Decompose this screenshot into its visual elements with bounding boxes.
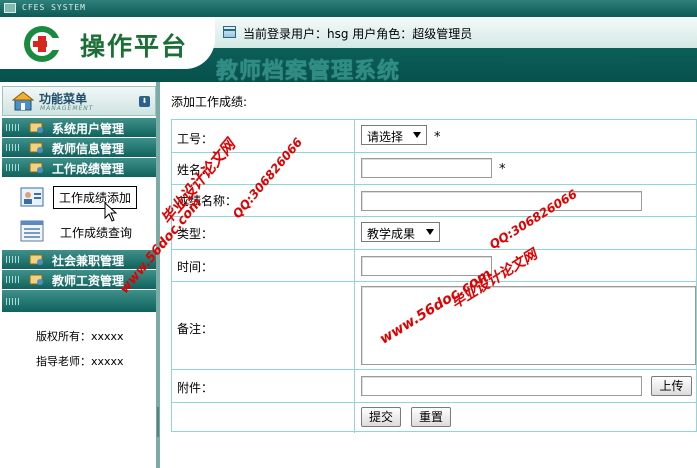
user-info-bar: 当前登录用户：hsg 用户角色：超级管理员 <box>210 17 697 48</box>
type-selected: 教学成果 <box>367 227 416 241</box>
folder-gear-icon <box>29 254 43 265</box>
label-cell: 备注： <box>172 282 355 369</box>
label-cell: 类型： <box>172 217 355 249</box>
sidebar-item-label: 工作成绩管理 <box>52 162 125 176</box>
user-card-icon <box>20 187 44 207</box>
title-bar: CFES SYSTEM <box>0 0 697 17</box>
system-code: CFES SYSTEM <box>22 3 86 12</box>
submit-button[interactable]: 提交 <box>361 407 401 427</box>
required-mark: * <box>499 162 506 177</box>
remark-label: 备注： <box>177 322 214 336</box>
stripe-decoration <box>6 276 20 283</box>
chevron-down-icon <box>426 229 434 235</box>
stripe-decoration <box>6 256 20 263</box>
form-row-remark: 备注： <box>172 282 697 370</box>
sidebar-item-label: 社会兼职管理 <box>52 254 125 268</box>
reset-button[interactable]: 重置 <box>411 407 451 427</box>
worker-id-selected: 请选择 <box>367 130 404 144</box>
label-cell: 时间： <box>172 250 355 281</box>
form-row-actions: 提交 重置 <box>172 403 697 433</box>
form-row-type: 类型： 教学成果 <box>172 217 697 250</box>
label-cell: 附件： <box>172 370 355 402</box>
form-row-attachment: 附件： 上传 <box>172 370 697 403</box>
bank-logo-icon <box>24 26 61 62</box>
upload-button[interactable]: 上传 <box>651 376 692 396</box>
brand-panel: 操作平台 <box>0 17 215 69</box>
sidebar-item-system-users[interactable]: 系统用户管理 <box>2 118 156 137</box>
sidebar-item-work-achievement[interactable]: 工作成绩管理 <box>2 158 156 177</box>
required-mark: * <box>434 130 441 145</box>
brand-title: 操作平台 <box>80 32 189 61</box>
name-input[interactable] <box>361 158 492 178</box>
sub-item-label: 工作成绩查询 <box>60 226 133 240</box>
form-row-worker-id: 工号： 请选择 * <box>172 120 697 153</box>
label-cell <box>172 403 355 433</box>
stripe-decoration <box>6 124 20 131</box>
menu-subtitle: MANAGEMENT <box>40 105 94 112</box>
chevron-down-icon <box>413 132 421 138</box>
folder-gear-icon <box>29 142 43 153</box>
system-title: 教师档案管理系统 <box>216 59 401 82</box>
sub-item-query-achievement[interactable]: 工作成绩查询 <box>2 217 156 247</box>
advisor-text: 指导老师：xxxxx <box>36 355 124 368</box>
worker-id-label: 工号： <box>177 132 214 146</box>
sub-item-add-achievement[interactable]: 工作成绩添加 <box>2 183 156 213</box>
form-row-time: 时间： <box>172 250 697 282</box>
sidebar-item-teacher-info[interactable]: 教师信息管理 <box>2 138 156 157</box>
menu-footer <box>2 290 156 312</box>
folder-gear-icon <box>29 122 43 133</box>
system-logo-icon <box>4 3 16 13</box>
list-window-icon <box>20 220 44 242</box>
home-icon <box>12 91 34 111</box>
worker-id-select[interactable]: 请选择 <box>361 125 427 145</box>
stripe-decoration <box>6 164 20 171</box>
sidebar-item-label: 系统用户管理 <box>52 122 125 136</box>
attachment-label: 附件： <box>177 381 214 395</box>
form-title: 添加工作成绩: <box>171 95 248 109</box>
label-cell: 工号： <box>172 120 355 152</box>
achievement-name-input[interactable] <box>361 191 642 211</box>
form-row-name: 姓名： * <box>172 153 697 185</box>
sidebar-splitter[interactable] <box>156 82 160 468</box>
user-info-text: 当前登录用户：hsg 用户角色：超级管理员 <box>243 27 473 41</box>
sidebar-item-label: 教师信息管理 <box>52 142 125 156</box>
folder-gear-icon <box>29 162 43 173</box>
sub-item-label: 工作成绩添加 <box>53 186 138 209</box>
main-content: 添加工作成绩: 工号： 请选择 * 姓名： * 成绩名称： 类型： 教学成果 时… <box>161 82 697 468</box>
folder-gear-icon <box>29 274 43 285</box>
collapse-icon[interactable]: ⬇ <box>139 96 150 107</box>
copyright-text: 版权所有：xxxxx <box>36 330 124 343</box>
menu-header: 功能菜单 MANAGEMENT ⬇ <box>2 86 156 116</box>
achievement-form: 工号： 请选择 * 姓名： * 成绩名称： 类型： 教学成果 时间： 备注： 附… <box>171 119 697 433</box>
type-select[interactable]: 教学成果 <box>361 222 440 242</box>
window-icon <box>223 26 236 38</box>
stripe-decoration <box>6 298 20 305</box>
attachment-input[interactable] <box>361 376 642 396</box>
stripe-decoration <box>6 144 20 151</box>
time-label: 时间： <box>177 260 214 274</box>
sidebar-item-label: 教师工资管理 <box>52 274 125 288</box>
page-header: 当前登录用户：hsg 用户角色：超级管理员 操作平台 教师档案管理系统 <box>0 17 697 82</box>
